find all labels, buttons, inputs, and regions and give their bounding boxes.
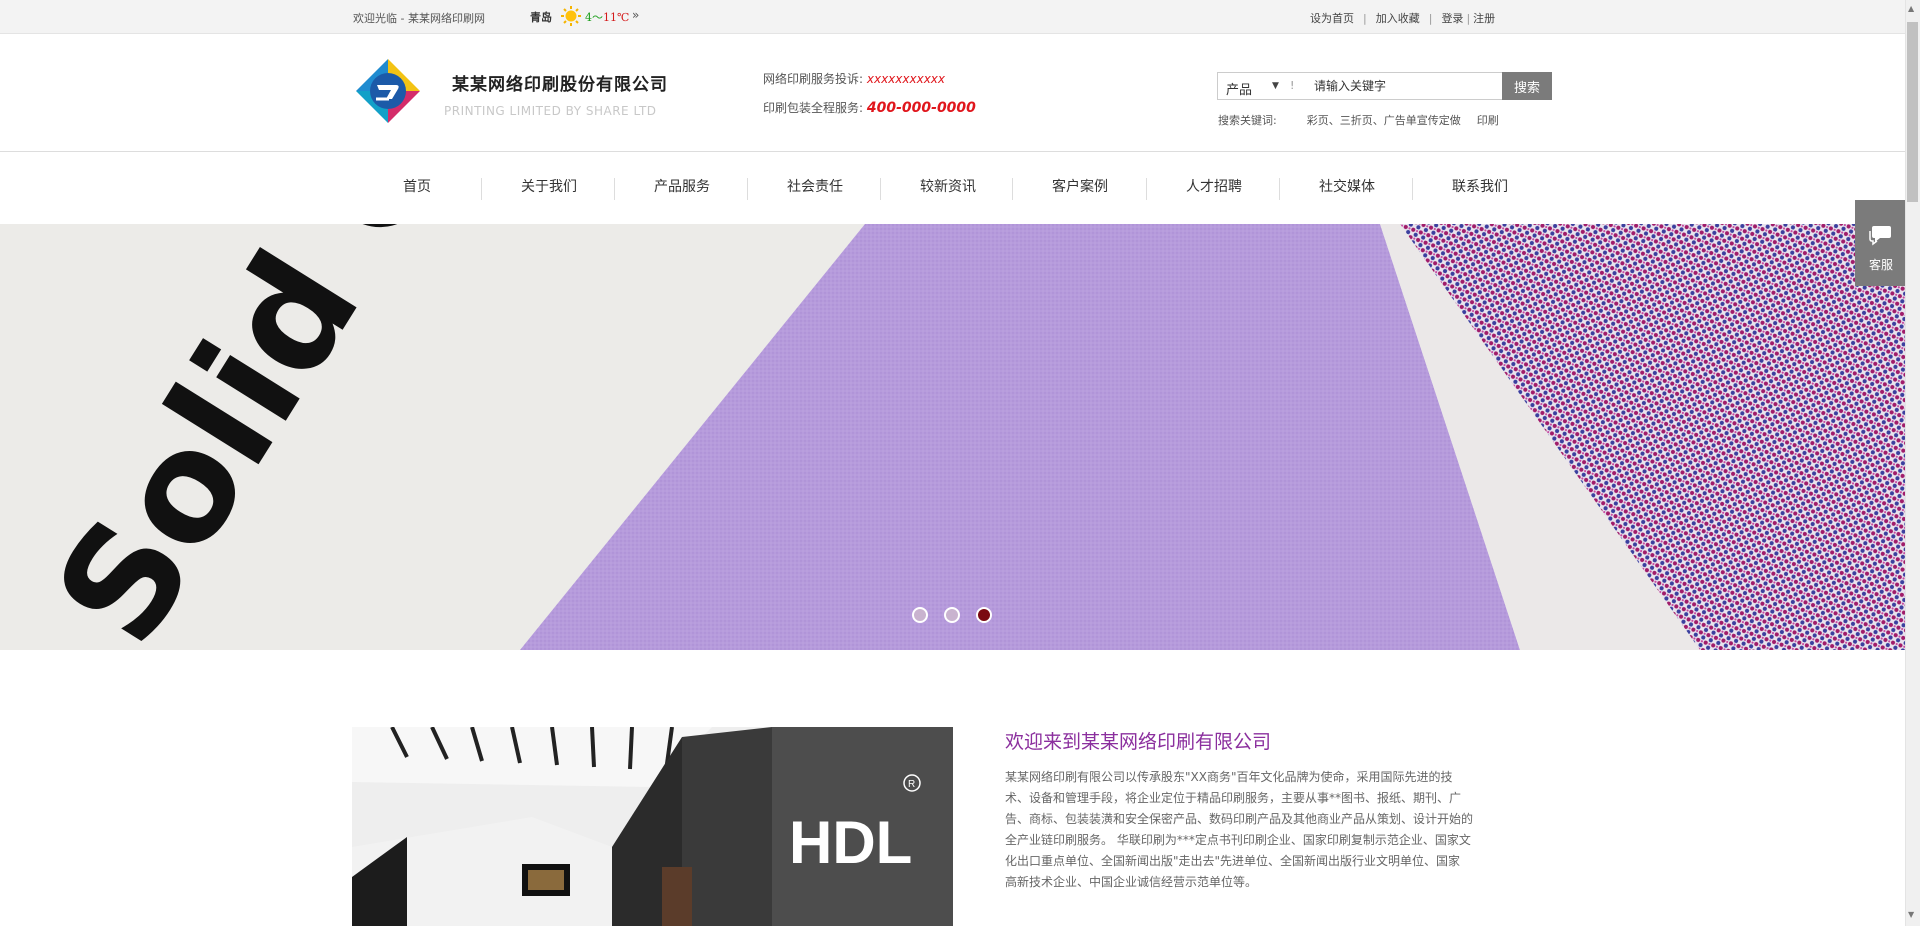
nav-divider — [614, 178, 615, 200]
search-box: 产品 ▼ ! 搜索 — [1217, 72, 1552, 100]
nav-divider — [1279, 178, 1280, 200]
about-line: 告、商标、包装装潢和安全保密产品、数码印刷产品及其他商业产品从策划、设计开始的 — [1005, 812, 1474, 826]
nav-divider — [1012, 178, 1013, 200]
nav-item-about[interactable]: 关于我们 — [521, 176, 577, 196]
nav-item-contact[interactable]: 联系我们 — [1452, 176, 1508, 196]
divider: ! — [1290, 79, 1295, 92]
slide-dot[interactable] — [912, 607, 928, 623]
service-hotline: 印刷包装全程服务: 400-000-0000 — [763, 100, 976, 116]
company-name: 某某网络印刷股份有限公司 — [452, 75, 668, 95]
search-category-select[interactable]: 产品 — [1226, 79, 1252, 98]
divider: | — [1363, 12, 1367, 25]
nav-divider — [880, 178, 881, 200]
add-favorite-link[interactable]: 加入收藏 — [1376, 12, 1420, 25]
scroll-up-arrow-icon[interactable]: ▲ — [1908, 4, 1914, 13]
nav-divider — [1146, 178, 1147, 200]
sun-icon — [561, 6, 581, 26]
company-english-name: PRINTING LIMITED BY SHARE LTD — [444, 104, 657, 118]
search-button[interactable]: 搜索 — [1502, 72, 1552, 100]
about-line: 术、设备和管理手段，将企业定位于精品印刷服务，主要从事**图书、报纸、期刊、广 — [1005, 791, 1462, 805]
weather-temperature: 4～11℃ — [585, 11, 630, 24]
slide-dot-active[interactable] — [976, 607, 992, 623]
about-title: 欢迎来到某某网络印刷有限公司 — [1005, 731, 1272, 753]
weather-city: 青岛 — [530, 11, 552, 24]
top-bar: 欢迎光临 - 某某网络印刷网 青岛 4～11℃ » 设为首页 | 加入收藏 | 登录 | 注… — [0, 0, 1905, 34]
nav-divider — [747, 178, 748, 200]
keywords-label: 搜索关键词: — [1218, 114, 1277, 127]
about-line: 全产业链印刷服务。 华联印刷为***定点书刊印刷企业、国家印刷复制示范企业、国家… — [1005, 833, 1471, 847]
divider: | — [1466, 12, 1471, 25]
main-nav: 首页 关于我们 产品服务 社会责任 较新资讯 客户案例 人才招聘 社交媒体 联系… — [0, 153, 1905, 224]
nav-divider — [1412, 178, 1413, 200]
customer-service-label: 客服 — [1869, 258, 1894, 272]
keyword-link[interactable]: 印刷 — [1477, 114, 1499, 127]
scroll-down-arrow-icon[interactable]: ▼ — [1908, 910, 1914, 919]
divider: | — [1428, 12, 1433, 25]
about-line: 高新技术企业、中国企业诚信经营示范单位等。 — [1005, 875, 1258, 889]
about-line: 化出口重点单位、全国新闻出版"走出去"先进单位、全国新闻出版行业文明单位、国家 — [1005, 854, 1461, 868]
slide-dot[interactable] — [944, 607, 960, 623]
nav-item-news[interactable]: 较新资讯 — [920, 176, 976, 196]
nav-item-jobs[interactable]: 人才招聘 — [1186, 176, 1242, 196]
nav-item-cases[interactable]: 客户案例 — [1052, 176, 1108, 196]
site-header — [0, 34, 1905, 152]
about-description: 某某网络印刷有限公司以传承股东"XX商务"百年文化品牌为使命，采用国际先进的技 … — [1005, 767, 1555, 893]
welcome-text: 欢迎光临 - 某某网络印刷网 — [353, 12, 485, 25]
register-link[interactable]: 注册 — [1473, 12, 1495, 25]
chat-bubble-icon — [1869, 226, 1891, 246]
about-line: 某某网络印刷有限公司以传承股东"XX商务"百年文化品牌为使命，采用国际先进的技 — [1005, 770, 1453, 784]
set-home-link[interactable]: 设为首页 — [1310, 12, 1354, 25]
chevron-down-icon[interactable]: ▼ — [1272, 81, 1279, 91]
search-keywords: 搜索关键词: 彩页、三折页、广告单宣传定做 印刷 — [1218, 112, 1552, 128]
registered-mark: R — [908, 779, 915, 790]
top-links: 设为首页 | 加入收藏 | 登录 | 注册 — [1310, 10, 1495, 26]
complaint-hotline: 网络印刷服务投诉: xxxxxxxxxxx — [763, 72, 945, 86]
weather-more-link[interactable]: » — [632, 8, 639, 22]
search-input[interactable] — [1314, 76, 1474, 96]
nav-item-social[interactable]: 社交媒体 — [1319, 176, 1375, 196]
company-photo: HDL R — [352, 727, 953, 926]
nav-divider — [481, 178, 482, 200]
company-logo[interactable] — [352, 55, 424, 127]
nav-item-home[interactable]: 首页 — [403, 176, 431, 196]
customer-service-tab[interactable]: 客服 — [1855, 200, 1905, 286]
login-link[interactable]: 登录 — [1441, 12, 1463, 25]
nav-item-responsibility[interactable]: 社会责任 — [787, 176, 843, 196]
banner-image: Solid Color — [0, 224, 1905, 650]
scrollbar-thumb[interactable] — [1907, 22, 1918, 202]
photo-sign-text: HDL — [789, 809, 912, 876]
nav-item-products[interactable]: 产品服务 — [654, 176, 710, 196]
keyword-link[interactable]: 彩页、三折页、广告单宣传定做 — [1307, 114, 1461, 127]
hero-banner[interactable]: Solid Color — [0, 224, 1905, 650]
